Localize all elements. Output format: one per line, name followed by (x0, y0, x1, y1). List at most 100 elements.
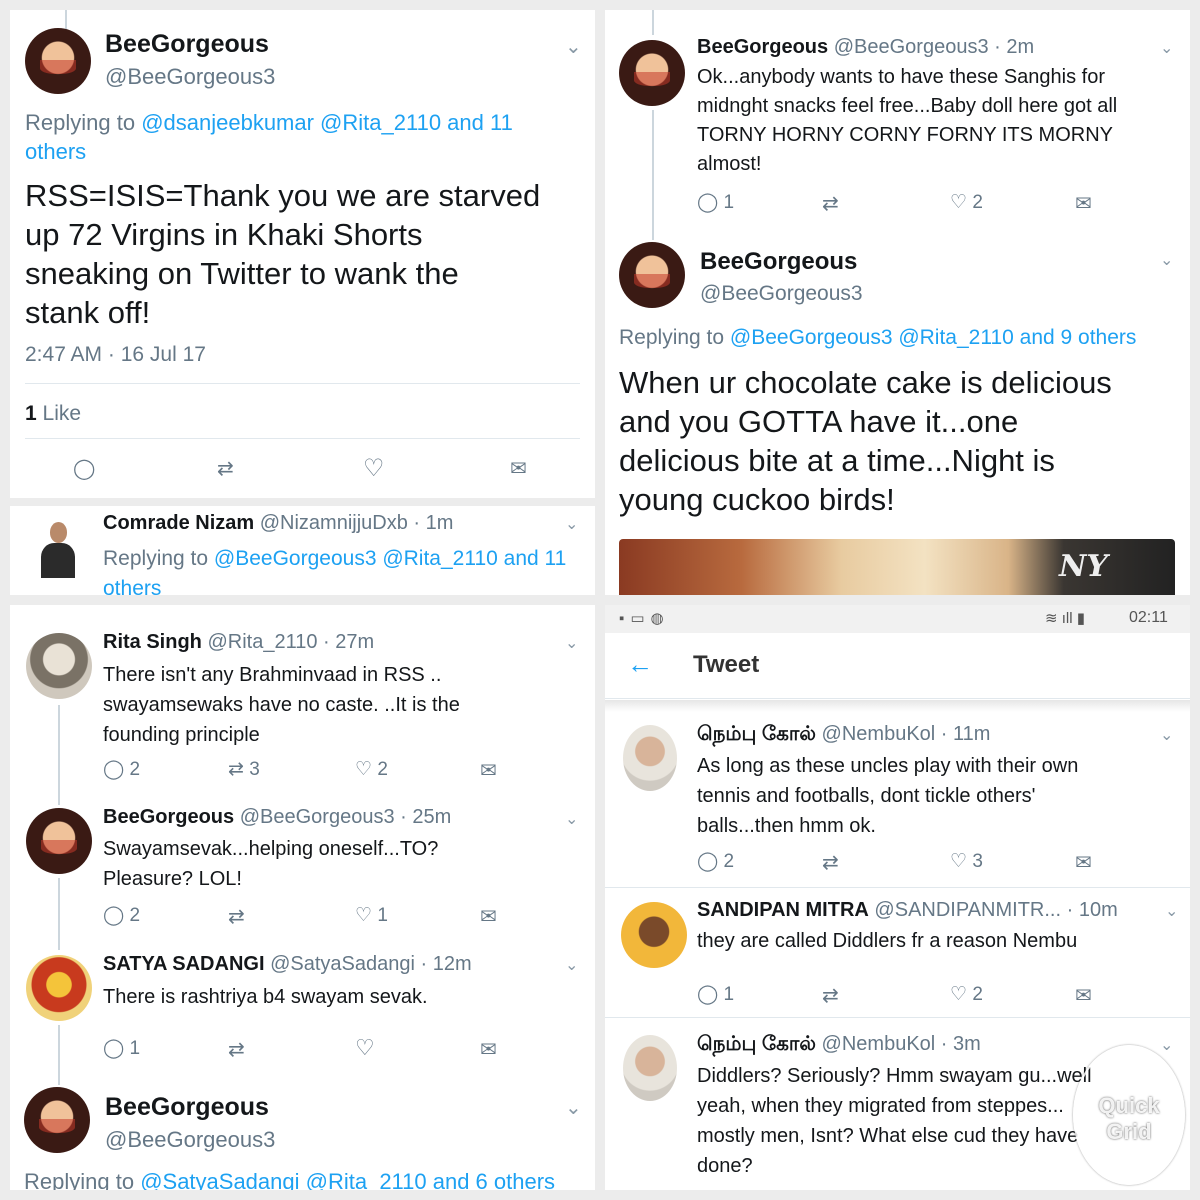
author-name[interactable]: நெம்பு கோல் (697, 1033, 816, 1055)
direct-message-icon[interactable]: ✉ (510, 456, 527, 481)
tweet-author[interactable]: நெம்பு கோல் @NembuKol · 11m (697, 723, 990, 748)
tweet-author[interactable]: BeeGorgeous @BeeGorgeous3 · 25m (103, 806, 451, 829)
retweet-icon[interactable]: ⇄ (228, 904, 245, 929)
retweet-icon[interactable]: ⇄ (822, 191, 839, 216)
author-name[interactable]: BeeGorgeous (105, 1093, 269, 1122)
avatar[interactable] (26, 955, 92, 1021)
author-name[interactable]: BeeGorgeous (105, 30, 269, 59)
reply-icon[interactable]: ◯ (697, 984, 718, 1005)
reply-action[interactable]: ◯ 2 (103, 758, 140, 781)
author-handle[interactable]: @BeeGorgeous3 (105, 64, 275, 90)
reply-action[interactable]: ◯ 1 (697, 191, 734, 214)
like-icon[interactable]: ♡ (363, 454, 385, 483)
reply-action[interactable]: ◯ 1 (103, 1037, 140, 1060)
retweet-action[interactable]: ⇄ 3 (228, 758, 260, 781)
chevron-down-icon[interactable]: ⌄ (1165, 901, 1178, 921)
replying-others[interactable]: others (103, 577, 161, 595)
replying-mentions[interactable]: @BeeGorgeous3 @Rita_2110 and 11 (214, 547, 566, 570)
retweet-icon[interactable]: ⇄ (822, 983, 839, 1008)
reply-action[interactable]: ◯ 2 (697, 850, 734, 873)
like-action[interactable]: ♡ 1 (355, 904, 388, 927)
like-icon[interactable]: ♡ (950, 984, 967, 1005)
author-name[interactable]: SANDIPAN MITRA (697, 899, 869, 921)
like-action[interactable]: ♡ 2 (950, 191, 983, 214)
avatar[interactable] (623, 1035, 677, 1101)
like-icon[interactable]: ♡ (950, 851, 967, 872)
direct-message-icon[interactable]: ✉ (1075, 850, 1092, 875)
author-handle[interactable]: @BeeGorgeous3 (105, 1127, 275, 1153)
retweet-icon[interactable]: ⇄ (822, 850, 839, 875)
retweet-icon[interactable]: ⇄ (228, 1037, 245, 1062)
reply-icon[interactable]: ◯ (103, 905, 124, 926)
tweet-author[interactable]: SANDIPAN MITRA @SANDIPANMITR... · 10m (697, 899, 1118, 922)
chevron-down-icon[interactable]: ⌄ (1160, 250, 1173, 270)
avatar[interactable] (623, 725, 677, 791)
reply-icon[interactable]: ◯ (103, 759, 124, 780)
reply-icon[interactable]: ◯ (697, 192, 718, 213)
author-handle[interactable]: @SatyaSadangi · 12m (270, 953, 472, 975)
author-handle[interactable]: @BeeGorgeous3 · 25m (240, 806, 452, 828)
avatar[interactable] (619, 242, 685, 308)
chevron-down-icon[interactable]: ⌄ (565, 633, 578, 653)
tweet-image[interactable]: NY (619, 539, 1175, 595)
reply-action[interactable]: ◯ 2 (103, 904, 140, 927)
tweet-author[interactable]: நெம்பு கோல் @NembuKol · 3m (697, 1033, 981, 1058)
like-icon[interactable]: ♡ (355, 1035, 375, 1061)
author-name[interactable]: SATYA SADANGI (103, 953, 265, 975)
chevron-down-icon[interactable]: ⌄ (1160, 38, 1173, 58)
author-handle[interactable]: @BeeGorgeous3 · 2m (834, 36, 1034, 58)
like-action[interactable]: ♡ 3 (950, 850, 983, 873)
reply-author-name[interactable]: Comrade Nizam (103, 512, 254, 534)
reply-action[interactable]: ◯ 1 (697, 983, 734, 1006)
replying-mentions[interactable]: @dsanjeebkumar @Rita_2110 and 11 (141, 110, 513, 135)
chevron-down-icon[interactable]: ⌄ (565, 1095, 582, 1120)
tweet-timestamp[interactable]: 2:47 AM · 16 Jul 17 (25, 343, 206, 367)
chevron-down-icon[interactable]: ⌄ (565, 955, 578, 975)
direct-message-icon[interactable]: ✉ (1075, 983, 1092, 1008)
chevron-down-icon[interactable]: ⌄ (1160, 725, 1173, 745)
avatar[interactable] (25, 28, 91, 94)
tweet-author[interactable]: BeeGorgeous @BeeGorgeous3 · 2m (697, 36, 1034, 59)
back-icon[interactable]: ← (627, 649, 653, 680)
chevron-down-icon[interactable]: ⌄ (1160, 1035, 1173, 1055)
author-handle[interactable]: @Rita_2110 · 27m (207, 631, 374, 653)
tweet-author[interactable]: Rita Singh @Rita_2110 · 27m (103, 631, 374, 654)
tweet-author[interactable]: SATYA SADANGI @SatyaSadangi · 12m (103, 953, 472, 976)
chevron-down-icon[interactable]: ⌄ (565, 809, 578, 829)
retweet-icon[interactable]: ⇄ (217, 456, 234, 481)
direct-message-icon[interactable]: ✉ (480, 1037, 497, 1062)
avatar[interactable] (26, 633, 92, 699)
retweet-icon[interactable]: ⇄ (228, 759, 244, 780)
author-handle[interactable]: @SANDIPANMITR... (874, 899, 1061, 921)
replying-mentions[interactable]: @BeeGorgeous3 @Rita_2110 and 9 others (730, 326, 1137, 349)
avatar[interactable] (621, 902, 687, 968)
avatar[interactable] (619, 40, 685, 106)
author-name[interactable]: நெம்பு கோல் (697, 723, 816, 745)
author-name[interactable]: BeeGorgeous (700, 248, 857, 276)
reply-icon[interactable]: ◯ (73, 456, 95, 481)
like-icon[interactable]: ♡ (355, 759, 372, 780)
avatar[interactable] (32, 516, 84, 578)
author-handle[interactable]: @NembuKol · 11m (822, 723, 991, 745)
author-handle[interactable]: @NembuKol · 3m (822, 1033, 981, 1055)
direct-message-icon[interactable]: ✉ (480, 904, 497, 929)
author-name[interactable]: BeeGorgeous (103, 806, 234, 828)
author-name[interactable]: BeeGorgeous (697, 36, 828, 58)
avatar[interactable] (26, 808, 92, 874)
reply-author-handle[interactable]: @NizamnijjuDxb · 1m (260, 512, 454, 534)
chevron-down-icon[interactable]: ⌄ (565, 34, 582, 59)
author-handle[interactable]: @BeeGorgeous3 (700, 282, 863, 306)
replying-others[interactable]: others (25, 139, 86, 164)
avatar[interactable] (24, 1087, 90, 1153)
author-name[interactable]: Rita Singh (103, 631, 202, 653)
like-action[interactable]: ♡ 2 (950, 983, 983, 1006)
reply-icon[interactable]: ◯ (103, 1038, 124, 1059)
reply-icon[interactable]: ◯ (697, 851, 718, 872)
like-count[interactable]: 1 Like (25, 402, 81, 426)
reply-author[interactable]: Comrade Nizam @NizamnijjuDxb · 1m (103, 512, 453, 535)
direct-message-icon[interactable]: ✉ (1075, 191, 1092, 216)
like-action[interactable]: ♡ 2 (355, 758, 388, 781)
like-icon[interactable]: ♡ (355, 905, 372, 926)
direct-message-icon[interactable]: ✉ (480, 758, 497, 783)
like-icon[interactable]: ♡ (950, 192, 967, 213)
